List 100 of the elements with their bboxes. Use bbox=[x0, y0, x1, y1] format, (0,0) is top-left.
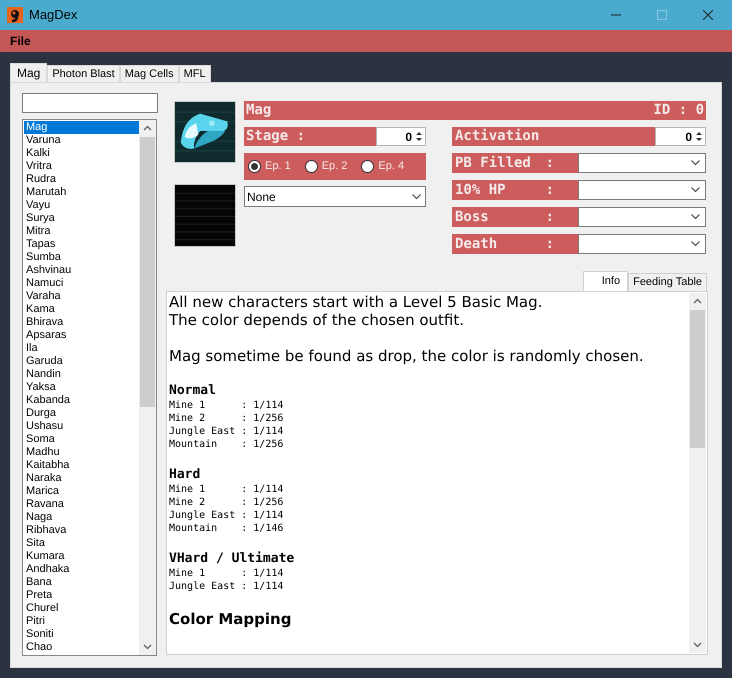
trigger-dropdown[interactable] bbox=[578, 207, 706, 227]
list-item[interactable]: Vritra bbox=[24, 160, 139, 173]
list-item[interactable]: Chao bbox=[24, 641, 139, 654]
list-item[interactable]: Naga bbox=[24, 511, 139, 524]
tab[interactable]: Photon Blast bbox=[47, 65, 120, 82]
radio-label: Ep. 2 bbox=[322, 159, 348, 174]
list-item[interactable]: Mag bbox=[24, 121, 139, 134]
scrollbar[interactable] bbox=[689, 293, 706, 653]
list-item[interactable]: Soma bbox=[24, 433, 139, 446]
tab[interactable]: Feeding Table bbox=[628, 273, 707, 291]
activation-value: 0 bbox=[685, 128, 693, 146]
tab[interactable]: Info bbox=[583, 271, 628, 291]
drop-rate: Mine 1 : 1/114 bbox=[169, 567, 284, 580]
list-item[interactable]: Churel bbox=[24, 602, 139, 615]
dropdown-caret-icon bbox=[691, 160, 700, 166]
drop-rate: Jungle East : 1/114 bbox=[169, 509, 284, 522]
list-item[interactable]: Ribhava bbox=[24, 524, 139, 537]
activation-label: Activation bbox=[454, 127, 540, 146]
list-item[interactable]: Pitri bbox=[24, 615, 139, 628]
drop-rate: Jungle East : 1/114 bbox=[169, 580, 284, 593]
drop-rate: Mine 2 : 1/256 bbox=[169, 412, 284, 425]
list-item[interactable]: Kaitabha bbox=[24, 459, 139, 472]
radio-label: Ep. 1 bbox=[265, 159, 291, 174]
list-item[interactable]: Madhu bbox=[24, 446, 139, 459]
list-item[interactable]: Apsaras bbox=[24, 329, 139, 342]
info-text: Mag sometime be found as drop, the color is randomly chosen. bbox=[169, 347, 645, 365]
list-item[interactable]: Kabanda bbox=[24, 394, 139, 407]
drop-rate: Jungle East : 1/114 bbox=[169, 425, 284, 438]
trigger-colon: : bbox=[546, 234, 554, 254]
list-item[interactable]: Bana bbox=[24, 576, 139, 589]
list-item[interactable]: Surya bbox=[24, 212, 139, 225]
list-item[interactable]: Marutah bbox=[24, 186, 139, 199]
list-item[interactable]: Mitra bbox=[24, 225, 139, 238]
list-item[interactable]: Ashvinau bbox=[24, 264, 139, 277]
scroll-thumb[interactable] bbox=[140, 137, 155, 407]
app-icon bbox=[7, 7, 23, 23]
tab[interactable]: Mag bbox=[10, 63, 48, 82]
color-dropdown[interactable]: None bbox=[244, 186, 426, 207]
radio-button[interactable] bbox=[304, 160, 318, 173]
list-item[interactable]: Namuci bbox=[24, 277, 139, 290]
list-item[interactable]: Kama bbox=[24, 303, 139, 316]
drop-rate: Mine 1 : 1/114 bbox=[169, 483, 284, 496]
search-field[interactable] bbox=[22, 93, 158, 113]
radio-button[interactable] bbox=[248, 160, 261, 173]
list-item[interactable]: Ushasu bbox=[24, 420, 139, 433]
list-item[interactable]: Tapas bbox=[24, 238, 139, 251]
radio-button[interactable] bbox=[361, 160, 374, 173]
trigger-label: Death bbox=[455, 234, 498, 254]
trigger-dropdown[interactable] bbox=[578, 153, 706, 173]
list-item[interactable]: Andhaka bbox=[24, 563, 139, 576]
list-item[interactable]: Varuna bbox=[24, 134, 139, 147]
list-item[interactable]: Preta bbox=[24, 589, 139, 602]
dropdown-caret-icon bbox=[691, 241, 700, 247]
list-item[interactable]: Kumara bbox=[24, 550, 139, 563]
dropdown-caret-icon bbox=[412, 194, 421, 200]
scrollbar[interactable] bbox=[139, 120, 156, 655]
list-item[interactable]: Nandin bbox=[24, 368, 139, 381]
section-title: Color Mapping bbox=[169, 609, 292, 629]
stage-spinner[interactable]: 0 bbox=[376, 127, 426, 146]
activation-spinner[interactable]: 0 bbox=[655, 127, 706, 146]
trigger-label: PB Filled bbox=[455, 154, 531, 172]
list-item[interactable]: Bhirava bbox=[24, 316, 139, 329]
stage-label: Stage : bbox=[245, 127, 306, 146]
list-item[interactable]: Vayu bbox=[24, 199, 139, 212]
tab[interactable]: MFL bbox=[178, 65, 211, 82]
list-item[interactable]: Ravana bbox=[24, 498, 139, 511]
trigger-colon: : bbox=[546, 180, 554, 200]
list-item[interactable]: Soniti bbox=[24, 628, 139, 641]
list-item[interactable]: Kalki bbox=[24, 147, 139, 160]
section-heading: Normal bbox=[169, 383, 217, 399]
trigger-label: 10% HP bbox=[455, 180, 506, 200]
scroll-thumb[interactable] bbox=[690, 310, 705, 448]
info-text: All new characters start with a Level 5 Basic Mag. bbox=[169, 293, 544, 311]
close-icon[interactable] bbox=[703, 10, 713, 20]
section-heading: VHard / Ultimate bbox=[169, 551, 296, 567]
list-item[interactable]: Marica bbox=[24, 485, 139, 498]
list-item[interactable]: Rudra bbox=[24, 173, 139, 186]
list-item[interactable]: Naraka bbox=[24, 472, 139, 485]
list-item[interactable]: Sumba bbox=[24, 251, 139, 264]
radio-label: Ep. 4 bbox=[378, 159, 404, 174]
drop-rate: Mountain : 1/256 bbox=[169, 438, 284, 451]
stage-value: 0 bbox=[405, 128, 413, 146]
list-item[interactable]: Varaha bbox=[24, 290, 139, 303]
list-item[interactable]: Ila bbox=[24, 342, 139, 355]
window-title: MagDex bbox=[29, 6, 78, 24]
info-text: The color depends of the chosen outfit. bbox=[169, 311, 466, 329]
list-item[interactable]: Sita bbox=[24, 537, 139, 550]
mag-name: Mag bbox=[246, 101, 272, 120]
trigger-dropdown[interactable] bbox=[578, 180, 706, 200]
trigger-colon: : bbox=[546, 208, 554, 226]
list-item[interactable]: Garuda bbox=[24, 355, 139, 368]
trigger-dropdown[interactable] bbox=[578, 234, 706, 254]
dropdown-caret-icon bbox=[691, 187, 700, 193]
drop-rate: Mountain : 1/146 bbox=[169, 522, 284, 535]
list-item[interactable]: Yaksa bbox=[24, 381, 139, 394]
section-heading: Hard bbox=[169, 467, 202, 483]
dropdown-caret-icon bbox=[691, 214, 700, 220]
list-item[interactable]: Durga bbox=[24, 407, 139, 420]
menu-item[interactable]: File bbox=[10, 32, 31, 50]
tab[interactable]: Mag Cells bbox=[120, 65, 179, 82]
